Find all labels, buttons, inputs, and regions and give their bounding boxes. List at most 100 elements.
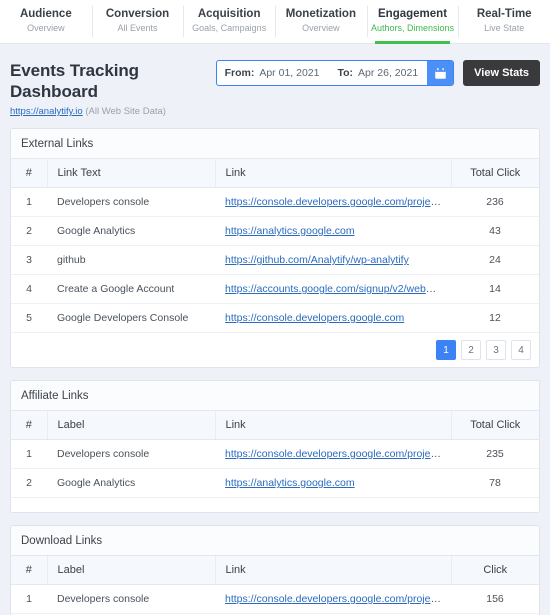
table-header-row: # Link Text Link Total Click xyxy=(11,159,539,188)
calendar-button[interactable] xyxy=(427,61,454,85)
row-label: Google Analytics xyxy=(47,468,215,498)
row-label: Google Developers Console xyxy=(47,303,215,333)
column-header-1: Link Text xyxy=(47,159,216,188)
page-header: Events Tracking Dashboard https://analyt… xyxy=(0,44,550,128)
nav-tab-title: Audience xyxy=(19,8,72,20)
panel-external-links: External Links # Link Text Link Total Click 1… xyxy=(10,128,540,368)
nav-tab-subtitle: Authors, Dimensions xyxy=(371,23,455,33)
table-external-links: # Link Text Link Total Click 1 Developers con… xyxy=(11,159,539,333)
nav-tab-acquisition[interactable]: Acquisition Goals, Campaigns xyxy=(183,0,275,43)
nav-tab-title: Monetization xyxy=(285,8,356,20)
nav-tab-subtitle: Live State xyxy=(484,23,525,33)
row-index: 5 xyxy=(11,303,47,333)
nav-tab-title: Real-Time xyxy=(476,8,532,20)
row-click-count: 14 xyxy=(451,274,539,304)
column-header-0: # xyxy=(11,411,48,440)
page-title: Events Tracking Dashboard xyxy=(10,61,139,101)
header-left: Events Tracking Dashboard https://analyt… xyxy=(10,58,216,118)
table-row: 3 github https://github.com/Analytify/wp-a… xyxy=(11,245,539,275)
table-row: 1 Developers console https://console.devel… xyxy=(11,584,539,614)
row-index: 1 xyxy=(11,439,47,469)
active-tab-indicator xyxy=(374,41,451,44)
date-to-value: Apr 26, 2021 xyxy=(358,67,419,79)
row-index: 1 xyxy=(11,187,47,217)
row-label: Developers console xyxy=(47,584,215,614)
pagination-page-3[interactable]: 3 xyxy=(486,340,506,360)
pagination-page-4[interactable]: 4 xyxy=(511,340,531,360)
nav-tab-subtitle: Overview xyxy=(27,23,65,33)
table-affiliate-links: # Label Link Total Click 1 Developers console… xyxy=(11,411,539,498)
row-click-count: 235 xyxy=(451,439,539,469)
row-link-cell: https://accounts.google.com/signup/v2/we… xyxy=(215,274,451,304)
nav-tab-monetization[interactable]: Monetization Overview xyxy=(275,0,367,43)
row-index: 1 xyxy=(11,584,47,614)
row-link-cell: https://analytics.google.com xyxy=(215,216,451,246)
table-row: 1 Developers console https://console.devel… xyxy=(11,187,539,217)
pagination-page-1[interactable]: 1 xyxy=(436,340,456,360)
site-link[interactable]: https://analytify.io xyxy=(10,106,83,117)
nav-tab-conversion[interactable]: Conversion All Events xyxy=(91,0,184,43)
date-range-display[interactable]: From: Apr 01, 2021 To: Apr 26, 2021 xyxy=(217,61,428,85)
row-label: Create a Google Account xyxy=(47,274,215,304)
row-link[interactable]: https://analytics.google.com xyxy=(225,225,355,237)
row-index: 2 xyxy=(11,468,47,498)
panel-title: External Links xyxy=(11,129,539,159)
nav-tab-audience[interactable]: Audience Overview xyxy=(0,0,92,43)
pagination: 1234 xyxy=(436,340,531,360)
nav-tab-engagement[interactable]: Engagement Authors, Dimensions xyxy=(366,0,459,44)
panel-affiliate-links: Affiliate Links # Label Link Total Click 1 Dev… xyxy=(10,380,540,513)
column-header-0: # xyxy=(11,159,48,188)
column-header-3: Total Click xyxy=(451,411,539,440)
page-subtitle: https://analytify.io (All Web Site Data) xyxy=(10,106,216,118)
row-link[interactable]: https://accounts.google.com/signup/v2/we… xyxy=(225,283,451,295)
row-label: github xyxy=(47,245,215,275)
row-link[interactable]: https://console.developers.google.com/pr… xyxy=(225,448,442,460)
view-stats-button[interactable]: View Stats xyxy=(463,60,540,86)
row-link[interactable]: https://analytics.google.com xyxy=(225,477,355,489)
pagination-page-2[interactable]: 2 xyxy=(461,340,481,360)
nav-tab-subtitle: All Events xyxy=(117,23,158,33)
nav-tab-title: Engagement xyxy=(378,8,448,20)
panels-container: External Links # Link Text Link Total Click 1… xyxy=(0,128,550,615)
row-link-cell: https://console.developers.google.com/pr… xyxy=(215,439,451,469)
table-row: 1 Developers console https://console.devel… xyxy=(11,439,539,469)
calendar-icon xyxy=(434,67,446,79)
row-label: Developers console xyxy=(47,187,215,217)
date-to-label: To: xyxy=(337,67,354,79)
row-index: 4 xyxy=(11,274,47,304)
date-range-picker[interactable]: From: Apr 01, 2021 To: Apr 26, 2021 xyxy=(215,60,455,86)
column-header-3: Total Click xyxy=(451,159,539,188)
row-click-count: 78 xyxy=(451,468,539,498)
table-row: 4 Create a Google Account https://accounts… xyxy=(11,274,539,304)
date-from-label: From: xyxy=(224,67,255,79)
row-click-count: 43 xyxy=(451,216,539,246)
row-index: 2 xyxy=(11,216,47,246)
row-click-count: 24 xyxy=(451,245,539,275)
nav-tab-title: Acquisition xyxy=(197,8,261,20)
table-header-row: # Label Link Click xyxy=(11,556,539,585)
nav-tab-real-time[interactable]: Real-Time Live State xyxy=(458,0,550,43)
table-download-links: # Label Link Click 1 Developers console https:… xyxy=(11,556,539,614)
column-header-1: Label xyxy=(47,556,216,585)
row-link[interactable]: https://console.developers.google.com xyxy=(225,312,404,324)
row-link-cell: https://console.developers.google.com xyxy=(215,303,451,333)
panel-title: Affiliate Links xyxy=(11,381,539,411)
table-row: 5 Google Developers Console https://consol… xyxy=(11,303,539,333)
column-header-2: Link xyxy=(215,411,452,440)
row-link[interactable]: https://console.developers.google.com/pr… xyxy=(225,196,442,208)
column-header-0: # xyxy=(11,556,48,585)
panel-footer: 1234 xyxy=(11,333,539,367)
column-header-2: Link xyxy=(215,556,452,585)
row-click-count: 12 xyxy=(451,303,539,333)
row-link[interactable]: https://console.developers.google.com/pr… xyxy=(225,593,442,605)
row-link[interactable]: https://github.com/Analytify/wp-analytif… xyxy=(225,254,409,266)
date-from-value: Apr 01, 2021 xyxy=(259,67,320,79)
header-controls: From: Apr 01, 2021 To: Apr 26, 2021 View… xyxy=(215,58,540,86)
row-link-cell: https://console.developers.google.com/pr… xyxy=(215,187,451,217)
row-index: 3 xyxy=(11,245,47,275)
main-navigation: Audience Overview Conversion All Events Acqu… xyxy=(0,0,550,44)
nav-tab-subtitle: Overview xyxy=(302,23,340,33)
panel-title: Download Links xyxy=(11,526,539,556)
nav-tab-subtitle: Goals, Campaigns xyxy=(192,23,267,33)
row-link-cell: https://github.com/Analytify/wp-analytif… xyxy=(215,245,451,275)
